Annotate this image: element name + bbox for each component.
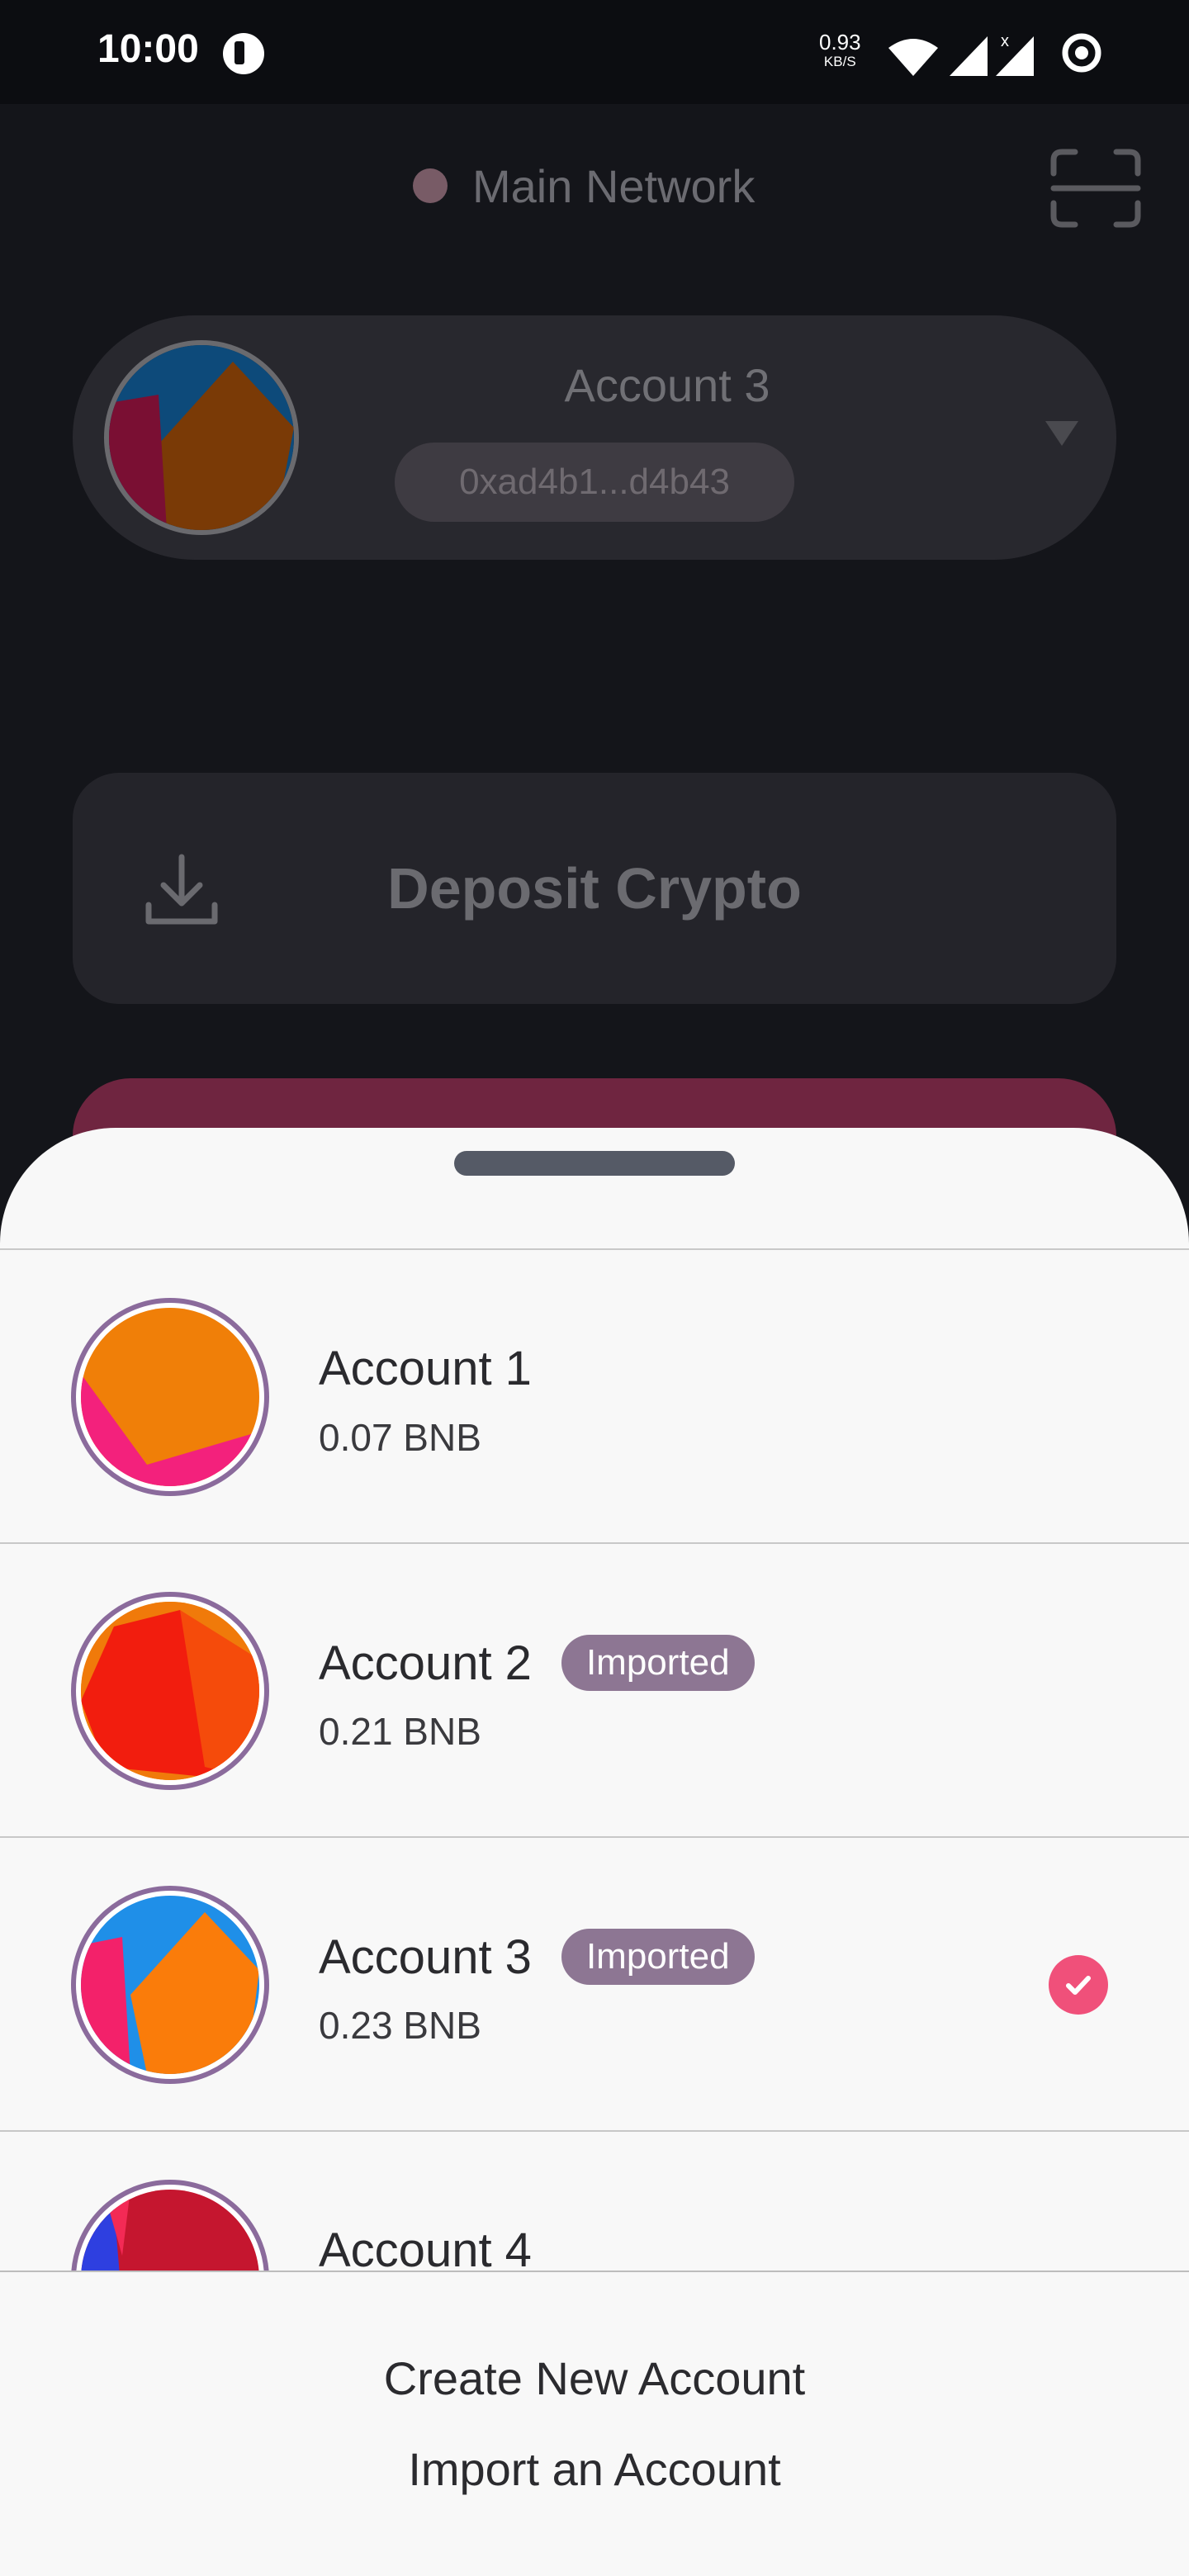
account-row-4[interactable]: Account 4 bbox=[0, 2132, 1189, 2271]
current-account-avatar bbox=[104, 340, 299, 535]
avatar bbox=[71, 1298, 269, 1496]
account-name: Account 3 bbox=[319, 1930, 532, 1984]
speed-value: 0.93 bbox=[819, 30, 861, 54]
account-title: Account 2 Imported bbox=[319, 1635, 755, 1691]
account-list: Account 1 0.07 BNB Account 2 Imported 0.… bbox=[0, 1250, 1189, 2271]
deposit-label: Deposit Crypto bbox=[387, 856, 802, 921]
imported-badge: Imported bbox=[561, 1929, 755, 1985]
account-name: Account 1 bbox=[319, 1342, 532, 1395]
account-row-2[interactable]: Account 2 Imported 0.21 BNB bbox=[0, 1544, 1189, 1838]
account-row-3[interactable]: Account 3 Imported 0.23 BNB bbox=[0, 1838, 1189, 2132]
selected-check-icon bbox=[1049, 1955, 1108, 2015]
status-icons: x bbox=[888, 32, 1101, 76]
network-label: Main Network bbox=[472, 159, 756, 212]
sheet-handle[interactable] bbox=[454, 1151, 735, 1176]
avatar bbox=[71, 1886, 269, 2084]
wifi-icon bbox=[888, 39, 938, 76]
current-account-pill[interactable]: Account 3 0xad4b1...d4b43 bbox=[73, 315, 1116, 560]
account-title: Account 4 bbox=[319, 2223, 532, 2271]
svg-text:x: x bbox=[1001, 32, 1009, 50]
scan-icon[interactable] bbox=[1050, 149, 1141, 228]
network-status-dot bbox=[413, 168, 448, 203]
current-account-name: Account 3 bbox=[564, 359, 770, 411]
import-account-button[interactable]: Import an Account bbox=[0, 2442, 1189, 2496]
account-balance: 0.21 BNB bbox=[319, 1710, 481, 1753]
deposit-crypto-button[interactable]: Deposit Crypto bbox=[73, 773, 1116, 1004]
status-bar: 10:00 0.93 KB/S x bbox=[0, 0, 1189, 104]
account-selector-sheet: Account 1 0.07 BNB Account 2 Imported 0.… bbox=[0, 1128, 1189, 2576]
account-title: Account 3 Imported bbox=[319, 1929, 755, 1985]
app-icon bbox=[223, 33, 264, 74]
network-speed: 0.93 KB/S bbox=[819, 31, 861, 69]
avatar bbox=[71, 2180, 269, 2271]
avatar bbox=[71, 1592, 269, 1790]
network-selector[interactable]: Main Network bbox=[413, 157, 755, 215]
wallet-screen bbox=[0, 104, 1189, 1243]
create-account-button[interactable]: Create New Account bbox=[0, 2351, 1189, 2405]
account-row-1[interactable]: Account 1 0.07 BNB bbox=[0, 1250, 1189, 1544]
account-title: Account 1 bbox=[319, 1341, 532, 1396]
speed-unit: KB/S bbox=[823, 54, 856, 69]
signal-icon bbox=[950, 36, 988, 76]
current-account-address[interactable]: 0xad4b1...d4b43 bbox=[395, 443, 794, 522]
caret-down-icon[interactable] bbox=[1045, 421, 1078, 446]
status-time: 10:00 bbox=[97, 27, 199, 71]
account-name: Account 4 bbox=[319, 2223, 532, 2271]
account-name: Account 2 bbox=[319, 1636, 532, 1690]
divider bbox=[0, 2271, 1189, 2272]
account-balance: 0.07 BNB bbox=[319, 1416, 481, 1459]
imported-badge: Imported bbox=[561, 1635, 755, 1691]
account-balance: 0.23 BNB bbox=[319, 2004, 481, 2047]
